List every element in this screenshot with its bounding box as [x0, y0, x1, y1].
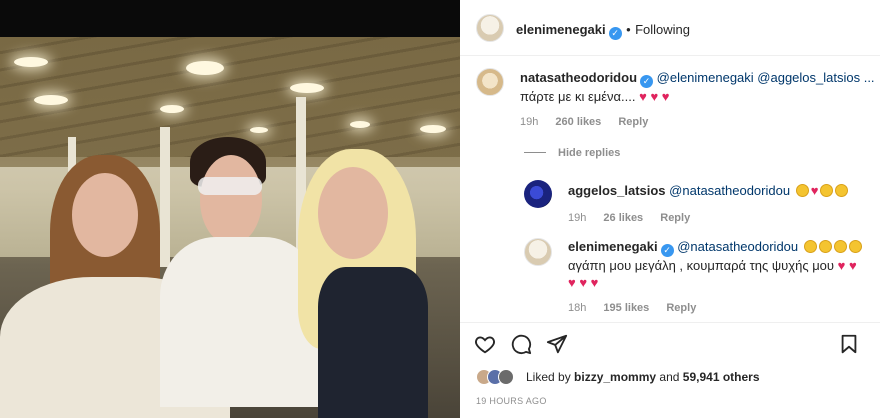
heart-emoji: ♥ ♥ ♥ [568, 275, 599, 290]
comment-meta: 19h 260 likes Reply [520, 116, 662, 128]
person-face [72, 173, 138, 257]
author-username[interactable]: elenimenegaki [516, 22, 606, 37]
reply-avatar[interactable] [524, 180, 552, 208]
liked-by-and: and [659, 370, 680, 384]
heart-icon[interactable] [474, 333, 496, 355]
comment-likes[interactable]: 260 likes [555, 116, 601, 128]
verified-icon: ✓ [660, 244, 674, 257]
top-bar [0, 0, 460, 37]
header-text: elenimenegaki ✓ • Following [516, 21, 690, 40]
author-avatar[interactable] [476, 14, 504, 42]
verified-icon: ✓ [608, 27, 622, 40]
ceiling-lamp [34, 95, 68, 105]
reply-meta: 19h 26 likes Reply [568, 212, 704, 224]
reply: elenimenegaki ✓ @natasatheodoridou αγάπη … [568, 238, 868, 291]
ceiling-lamp [160, 105, 184, 113]
reply-button[interactable]: Reply [618, 116, 648, 128]
smile-emoji [820, 184, 834, 197]
comment-username[interactable]: natasatheodoridou [520, 70, 637, 85]
reply-button[interactable]: Reply [666, 302, 696, 314]
ceiling-lamp [420, 125, 446, 133]
following-button[interactable]: Following [635, 22, 690, 37]
reply-username[interactable]: elenimenegaki [568, 239, 658, 254]
post-photo[interactable] [0, 37, 460, 418]
reply-mention[interactable]: @natasatheodoridou [669, 183, 790, 198]
bookmark-icon[interactable] [838, 333, 860, 355]
share-icon[interactable] [546, 333, 568, 355]
comment-time: 19h [520, 116, 539, 128]
reply-likes[interactable]: 26 likes [603, 212, 643, 224]
hide-replies-button[interactable]: Hide replies [558, 147, 620, 159]
verified-icon: ✓ [640, 75, 654, 88]
ceiling-lamp [290, 83, 324, 93]
reply-time: 18h [568, 302, 587, 314]
reply-button[interactable]: Reply [660, 212, 690, 224]
reply-mention[interactable]: @natasatheodoridou [677, 239, 798, 254]
ceiling-lamp [250, 127, 268, 133]
divider-line [524, 152, 546, 153]
reply-likes[interactable]: 195 likes [603, 302, 649, 314]
person-face [200, 155, 262, 245]
commenter-avatar[interactable] [476, 68, 504, 96]
laugh-emoji [818, 240, 832, 253]
person-shirt [160, 237, 320, 407]
post-header: elenimenegaki ✓ • Following [460, 0, 880, 56]
post-timestamp[interactable]: 19 HOURS AGO [476, 396, 547, 406]
action-bar [460, 322, 880, 362]
ceiling-lamp [186, 61, 224, 75]
ceiling-lamp [14, 57, 48, 67]
sunglasses [198, 177, 262, 195]
person-face [318, 167, 388, 259]
likers-avatars[interactable] [476, 369, 520, 385]
reply-time: 19h [568, 212, 587, 224]
comments-panel: elenimenegaki ✓ • Following natasatheodor… [460, 0, 880, 418]
liked-by-user[interactable]: bizzy_mommy [574, 370, 656, 384]
reply-avatar[interactable] [524, 238, 552, 266]
comment-mentions[interactable]: @elenimenegaki @aggelos_latsios ... [657, 70, 875, 85]
reply-username[interactable]: aggelos_latsios [568, 183, 666, 198]
smile-emoji [835, 184, 849, 197]
ceiling-lamp [350, 121, 370, 128]
pillar [160, 127, 170, 267]
liked-by-text: Liked by bizzy_mommy and 59,941 others [526, 370, 760, 384]
likes-count[interactable]: 59,941 others [683, 370, 760, 384]
comment: natasatheodoridou ✓ @elenimenegaki @aggel… [520, 69, 875, 105]
heart-emoji: ♥ ♥ [837, 258, 857, 273]
smile-emoji [795, 184, 809, 197]
reply-meta: 18h 195 likes Reply [568, 302, 710, 314]
laugh-emoji [803, 240, 817, 253]
comment-text: πάρτε με κι εμένα.... [520, 89, 636, 104]
heart-emoji: ♥ ♥ ♥ [639, 89, 670, 104]
follow-separator: • [626, 22, 631, 37]
comment-icon[interactable] [510, 333, 532, 355]
reply-text: αγάπη μου μεγάλη , κουμπαρά της ψυχής μο… [568, 258, 835, 273]
person-dress [318, 267, 428, 418]
laugh-emoji [848, 240, 862, 253]
liker-avatar [498, 369, 514, 385]
liked-by-prefix: Liked by [526, 370, 571, 384]
heart-emoji: ♥ [810, 183, 819, 198]
reply: aggelos_latsios @natasatheodoridou ♥ [568, 182, 849, 199]
laugh-emoji [833, 240, 847, 253]
